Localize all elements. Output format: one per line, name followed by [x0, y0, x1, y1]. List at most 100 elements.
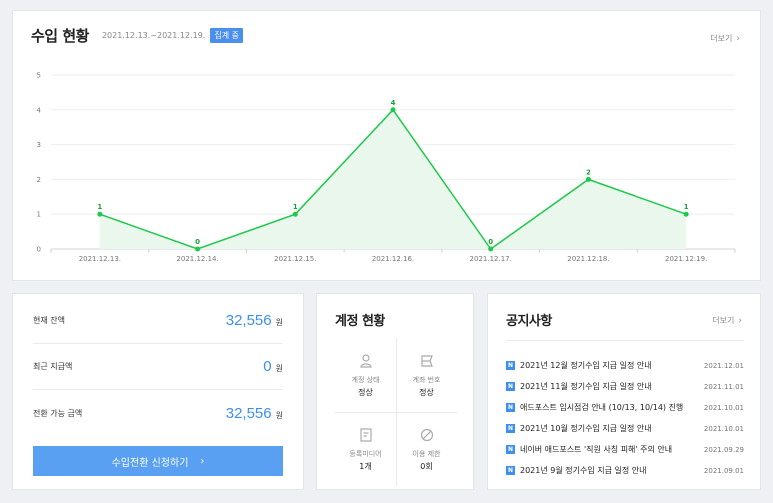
y-tick-label: 3 [37, 141, 41, 149]
notice-item[interactable]: N 2021년 10월 정기수입 지급 일정 안내 2021.10.01 [506, 418, 744, 439]
new-badge-icon: N [506, 382, 515, 391]
data-point [292, 211, 298, 217]
notice-item-title: 2021년 10월 정기수입 지급 일정 안내 [520, 424, 652, 433]
notice-item-date: 2021.11.01 [703, 382, 744, 391]
y-tick-label: 0 [37, 246, 41, 254]
x-tick-label: 2021.12.14. [176, 255, 218, 263]
notice-item[interactable]: N 2021년 9월 정기수입 지급 일정 안내 2021.09.01 [506, 460, 744, 481]
account-status-card: 계정 현황 계정 상태 정상 계좌 번호 정상 등록미디어 1개 이용 제한 0… [316, 293, 474, 490]
data-label: 4 [391, 99, 396, 107]
notice-item-date: 2021.10.01 [703, 424, 744, 433]
data-point [195, 246, 201, 252]
x-tick-label: 2021.12.15. [274, 255, 316, 263]
new-badge-icon: N [506, 403, 515, 412]
balance-amount: 32,556 [225, 312, 272, 329]
data-label: 1 [97, 203, 102, 211]
balance-amount: 0 [263, 358, 272, 375]
account-cell-value: 정상 [358, 387, 373, 397]
balance-unit: 원 [275, 410, 283, 420]
account-cell-label: 계좌 번호 [412, 375, 441, 384]
document-icon [359, 427, 372, 442]
chevron-right-icon: › [200, 455, 205, 467]
chevron-right-icon: › [738, 316, 742, 326]
notice-item[interactable]: N 애드포스트 임시점검 안내 (10/13, 10/14) 진행 2021.1… [506, 397, 744, 418]
data-point [683, 211, 689, 217]
notice-item-date: 2021.09.01 [703, 466, 744, 475]
balance-value: 32,556 원 [226, 405, 283, 422]
account-cell-value: 0회 [420, 461, 433, 471]
notice-item-title: 네이버 애드포스트 '직원 사칭 피해' 주의 안내 [520, 445, 673, 454]
account-cell-label: 계정 상태 [351, 375, 380, 384]
y-tick-label: 5 [37, 72, 41, 80]
notice-more-link[interactable]: 더보기 › [712, 315, 742, 326]
data-label: 1 [684, 203, 689, 211]
notice-item-title: 2021년 9월 정기수입 지급 일정 안내 [520, 466, 647, 475]
notice-item-title: 2021년 12월 정기수입 지급 일정 안내 [520, 361, 652, 370]
balance-row-convertible: 전환 가능 금액 32,556 원 [33, 390, 283, 436]
notice-item[interactable]: N 네이버 애드포스트 '직원 사칭 피해' 주의 안내 2021.09.29 [506, 439, 744, 460]
chevron-right-icon: › [736, 34, 740, 44]
account-cell-bank: 계좌 번호 정상 [396, 338, 457, 412]
account-cell-label: 등록미디어 [349, 449, 382, 458]
notice-item-date: 2021.09.29 [703, 445, 744, 454]
y-tick-label: 2 [37, 176, 41, 184]
account-cell-value: 정상 [419, 387, 434, 397]
x-tick-label: 2021.12.16. [372, 255, 414, 263]
y-tick-label: 4 [37, 106, 42, 114]
revenue-period: 2021.12.13.~2021.12.19. [101, 31, 206, 40]
notice-item[interactable]: N 2021년 11월 정기수입 지급 일정 안내 2021.11.01 [506, 376, 744, 397]
aggregating-badge: 집계 중 [210, 28, 243, 43]
revenue-more-label: 더보기 [710, 34, 733, 43]
account-cell-restriction: 이용 제한 0회 [396, 412, 457, 486]
request-conversion-button[interactable]: 수입전환 신청하기 › [33, 446, 283, 476]
balance-card: 현재 잔액 32,556 원 최근 지급액 0 원 전환 가능 금액 32,55… [12, 293, 304, 490]
account-status-grid: 계정 상태 정상 계좌 번호 정상 등록미디어 1개 이용 제한 0회 [335, 338, 457, 486]
notice-list: N 2021년 12월 정기수입 지급 일정 안내 2021.12.01 N 2… [506, 355, 744, 481]
new-badge-icon: N [506, 466, 515, 475]
revenue-header: 수입 현황 2021.12.13.~2021.12.19. 집계 중 [31, 25, 243, 46]
data-point [97, 211, 103, 217]
user-icon [359, 353, 372, 368]
revenue-more-link[interactable]: 더보기 › [710, 33, 740, 44]
balance-row-current: 현재 잔액 32,556 원 [33, 298, 283, 344]
balance-amount: 32,556 [225, 404, 272, 422]
balance-label: 현재 잔액 [33, 316, 65, 325]
x-tick-label: 2021.12.17. [470, 255, 512, 263]
notice-card: 공지사항 더보기 › N 2021년 12월 정기수입 지급 일정 안내 2021… [487, 293, 761, 490]
balance-unit: 원 [275, 318, 283, 327]
balance-value: 32,556 원 [226, 312, 283, 329]
x-tick-label: 2021.12.18. [567, 255, 609, 263]
notice-more-label: 더보기 [712, 316, 735, 325]
notice-item-title: 2021년 11월 정기수입 지급 일정 안내 [520, 382, 652, 391]
revenue-title: 수입 현황 [31, 27, 89, 45]
revenue-chart: 0 1 2 3 4 5 2021.12.13. 2021.12.14. 2021.12.15. 2… [37, 72, 736, 263]
balance-value: 0 원 [263, 358, 283, 375]
balance-label: 최근 지급액 [33, 362, 73, 371]
data-point [390, 107, 396, 113]
y-tick-label: 1 [37, 211, 41, 219]
account-cell-status: 계정 상태 정상 [335, 338, 396, 412]
new-badge-icon: N [506, 424, 515, 433]
balance-row-recent: 최근 지급액 0 원 [33, 344, 283, 390]
x-tick-label: 2021.12.19. [665, 255, 707, 263]
account-cell-value: 1개 [359, 461, 372, 471]
new-badge-icon: N [506, 361, 515, 370]
data-label: 1 [293, 203, 298, 211]
balance-label: 전환 가능 금액 [33, 408, 83, 418]
data-label: 0 [195, 238, 200, 246]
prohibited-icon [420, 428, 433, 441]
notice-item-date: 2021.10.01 [703, 403, 744, 412]
notice-title: 공지사항 [506, 314, 552, 329]
balance-unit: 원 [275, 364, 283, 373]
new-badge-icon: N [506, 445, 515, 454]
card-icon [420, 354, 433, 367]
data-point [488, 246, 494, 252]
data-label: 2 [586, 168, 591, 176]
notice-item[interactable]: N 2021년 12월 정기수입 지급 일정 안내 2021.12.01 [506, 355, 744, 376]
notice-item-date: 2021.12.01 [703, 361, 744, 370]
request-conversion-label: 수입전환 신청하기 [111, 457, 189, 469]
revenue-card: 0 1 2 3 4 5 2021.12.13. 2021.12.14. 2021.12.15. 2… [12, 10, 761, 281]
divider [506, 340, 744, 341]
account-cell-label: 이용 제한 [412, 449, 441, 458]
x-tick-label: 2021.12.13. [79, 255, 121, 263]
